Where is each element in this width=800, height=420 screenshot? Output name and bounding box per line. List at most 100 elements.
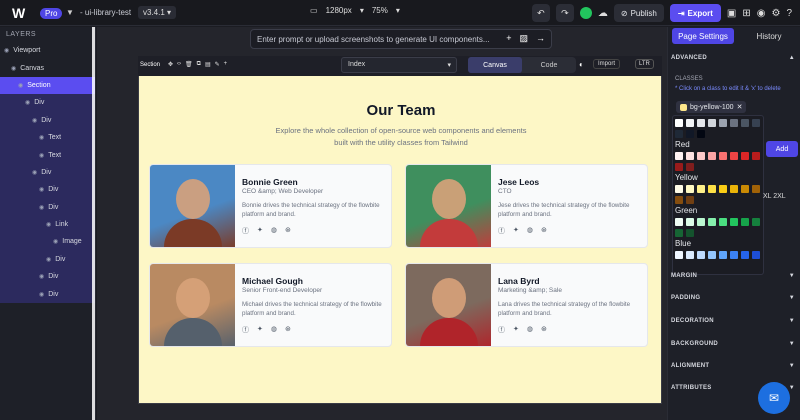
color-swatch[interactable] (752, 152, 760, 160)
layer-item[interactable]: ◉ Section (0, 76, 95, 95)
github-icon[interactable]: ◍ (271, 325, 277, 335)
help-icon[interactable]: ? (786, 8, 792, 19)
color-swatch[interactable] (675, 163, 683, 171)
layer-item[interactable]: ◉ Canvas (0, 59, 95, 76)
color-swatch[interactable] (686, 218, 694, 226)
import-button[interactable]: Import (593, 59, 621, 69)
layer-item[interactable]: ◉ Viewport (0, 42, 95, 59)
color-swatch[interactable] (686, 163, 694, 171)
member-photo[interactable] (150, 165, 235, 247)
github-icon[interactable]: ◍ (271, 226, 277, 236)
copy-icon[interactable]: ⧉ (197, 61, 201, 68)
github-icon[interactable]: ◍ (527, 325, 533, 335)
settings-icon[interactable]: ⚙ (771, 8, 780, 19)
prompt-input[interactable]: Enter prompt or upload screenshots to ge… (250, 29, 552, 49)
color-swatch[interactable] (730, 152, 738, 160)
color-swatch[interactable] (697, 119, 705, 127)
settings-section-header[interactable]: DECORATION ▼ (671, 318, 795, 324)
desktop-icon[interactable]: ▭ (310, 6, 318, 15)
color-swatch[interactable] (730, 218, 738, 226)
settings-section-header[interactable]: MARGIN ▼ (671, 273, 795, 279)
dribbble-icon[interactable]: ⊛ (541, 325, 547, 335)
twitter-icon[interactable]: ✦ (513, 226, 519, 236)
color-swatch[interactable] (719, 119, 727, 127)
facebook-icon[interactable]: ⓕ (242, 325, 249, 335)
layer-item[interactable]: ◉ Text (0, 146, 95, 164)
color-swatch[interactable] (686, 130, 694, 138)
color-swatch[interactable] (675, 229, 683, 237)
color-swatch[interactable] (708, 185, 716, 193)
eye-icon[interactable]: ◉ (46, 221, 51, 228)
member-name[interactable]: Jese Leos (498, 177, 539, 187)
page-select[interactable]: Index ▾ (341, 57, 457, 73)
color-swatch[interactable] (697, 218, 705, 226)
layer-item[interactable]: ◉ Link (0, 215, 95, 234)
undo-icon[interactable]: ↶ (531, 4, 550, 22)
ltr-button[interactable]: LTR (635, 59, 654, 69)
layer-item[interactable]: ◉ Div (0, 94, 95, 112)
color-swatch[interactable] (686, 229, 694, 237)
canvas-tab[interactable]: Canvas (468, 57, 522, 73)
color-swatch[interactable] (675, 119, 683, 127)
color-swatch[interactable] (686, 196, 694, 204)
dark-mode-icon[interactable]: ◐ (579, 60, 584, 69)
color-swatch[interactable] (675, 251, 683, 259)
color-swatch[interactable] (741, 218, 749, 226)
color-swatch[interactable] (686, 152, 694, 160)
eye-icon[interactable]: ◉ (39, 204, 44, 211)
tab-page-settings[interactable]: Page Settings (672, 28, 734, 44)
cloud-upload-icon[interactable]: ☁ (598, 8, 608, 19)
twitter-icon[interactable]: ✦ (257, 325, 263, 335)
layer-item[interactable]: ◉ Div (0, 198, 95, 216)
color-swatch[interactable] (675, 152, 683, 160)
color-swatch[interactable] (675, 196, 683, 204)
color-swatch[interactable] (708, 119, 716, 127)
twitter-icon[interactable]: ✦ (513, 325, 519, 335)
facebook-icon[interactable]: ⓕ (498, 325, 505, 335)
eye-icon[interactable]: ◉ (11, 65, 16, 72)
resolution-select[interactable]: 1280px (326, 6, 352, 15)
layer-item[interactable]: ◉ Div (0, 268, 95, 286)
color-swatch[interactable] (752, 119, 760, 127)
chevron-down-icon[interactable]: ▼ (66, 8, 74, 17)
member-photo[interactable] (406, 264, 491, 346)
member-photo[interactable] (150, 264, 235, 346)
layer-item[interactable]: ◉ Div (0, 181, 95, 199)
color-swatch[interactable] (708, 251, 716, 259)
eye-icon[interactable]: ◉ (32, 169, 37, 176)
sync-status-icon[interactable] (579, 7, 592, 19)
version-select[interactable]: v3.4.1 ▾ (138, 6, 177, 19)
eye-icon[interactable]: ◉ (39, 134, 44, 141)
color-swatch[interactable] (675, 218, 683, 226)
size-options[interactable]: XL 2XL (763, 193, 786, 200)
eye-icon[interactable]: ◉ (4, 47, 9, 54)
layer-item[interactable]: ◉ Div (0, 111, 95, 129)
color-swatch[interactable] (686, 251, 694, 259)
color-swatch[interactable] (752, 185, 760, 193)
color-swatch[interactable] (697, 251, 705, 259)
color-swatch[interactable] (741, 152, 749, 160)
color-swatch[interactable] (708, 218, 716, 226)
redo-icon[interactable]: ↷ (555, 4, 574, 22)
color-swatch[interactable] (741, 185, 749, 193)
save-icon[interactable]: ▤ (205, 61, 211, 68)
eye-icon[interactable]: ◉ (53, 238, 58, 245)
zoom-select[interactable]: 75% (372, 6, 388, 15)
color-swatch[interactable] (675, 130, 683, 138)
settings-section-header[interactable]: BACKGROUND ▼ (671, 341, 795, 347)
class-chip[interactable]: bg-yellow-100 ✕ (676, 101, 747, 113)
color-swatch[interactable] (719, 185, 727, 193)
color-swatch[interactable] (719, 251, 727, 259)
code-icon[interactable]: ‹› (177, 61, 181, 68)
settings-section-header[interactable]: ALIGNMENT ▼ (671, 363, 795, 369)
color-swatch[interactable] (741, 251, 749, 259)
eye-icon[interactable]: ◉ (39, 152, 44, 159)
save-icon[interactable]: ▣ (727, 8, 736, 19)
tab-history[interactable]: History (738, 27, 800, 45)
color-swatch[interactable] (697, 130, 705, 138)
close-icon[interactable]: ✕ (737, 103, 743, 111)
app-logo[interactable]: W (12, 5, 25, 21)
eye-icon[interactable]: ◉ (39, 291, 44, 298)
chat-icon[interactable]: ✉ (758, 382, 790, 414)
eye-icon[interactable]: ◉ (39, 273, 44, 280)
